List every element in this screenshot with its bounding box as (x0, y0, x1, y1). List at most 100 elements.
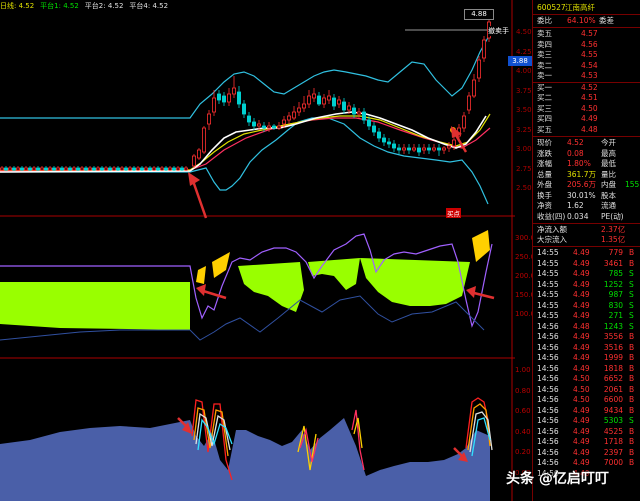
candle-body (446, 145, 451, 149)
quote-value: 30.01% (567, 190, 596, 200)
quote-value: 1.80% (567, 159, 591, 168)
candle-body (351, 107, 356, 115)
book-label: 卖一 (537, 71, 552, 80)
tick-row: 14:56 4.49 1999 B (537, 353, 640, 363)
tick-row: 14:56 4.49 5303 S (537, 416, 640, 426)
candle-body (431, 147, 436, 151)
candle-body (301, 103, 306, 109)
tick-time: 14:55 (537, 269, 559, 278)
tick-row: 14:56 4.49 3556 B (537, 332, 640, 342)
book-price: 4.52 (581, 82, 598, 92)
stock-name: 江南高纤 (565, 3, 595, 12)
tick-side: S (629, 269, 634, 278)
quote-row: 换手 30.01% 股本 (537, 191, 640, 201)
quote-panel: 600527 江南高纤 委比 64.10% 委差 卖五 4.57 卖四 4.56 卖三 4… (532, 0, 640, 501)
quote-label: 涨跌 (537, 148, 552, 158)
price-axis-label: 4.50 (516, 28, 532, 36)
candle-body (104, 167, 109, 171)
tick-volume: 1718 (603, 437, 623, 446)
candle-body (116, 167, 121, 171)
tick-price: 4.49 (573, 353, 590, 362)
book-label: 卖二 (537, 60, 552, 70)
tick-row: 14:55 4.49 987 S (537, 290, 640, 300)
ask-row[interactable]: 卖四 4.56 (537, 40, 640, 50)
candle-body (366, 119, 371, 127)
bid-row[interactable]: 买五 4.48 (537, 125, 640, 135)
bid-row[interactable]: 买三 4.50 (537, 104, 640, 114)
tick-row: 14:55 4.49 779 B (537, 248, 640, 258)
flow-value: 1.35亿 (601, 235, 626, 244)
candle-body (311, 93, 316, 99)
signal-marker-label: 买点 (446, 208, 461, 218)
ask-row[interactable]: 卖二 4.54 (537, 61, 640, 71)
candle-body (32, 167, 37, 171)
candle-body (171, 167, 176, 171)
quote-label-2: 最高 (601, 148, 616, 158)
bid-row[interactable]: 买一 4.52 (537, 83, 640, 93)
last-price-tag: 3.88 (508, 56, 532, 66)
candle-body (72, 167, 77, 171)
candle-body (426, 147, 431, 151)
tick-time: 14:56 (537, 363, 559, 373)
tick-time: 14:55 (537, 300, 559, 310)
candle-body (441, 147, 446, 151)
stock-title[interactable]: 600527 江南高纤 (537, 3, 640, 13)
ind2-axis-label: 0.60 (515, 407, 531, 415)
flow-label: 大宗流入 (537, 235, 567, 244)
tick-price: 4.49 (573, 332, 590, 341)
tick-volume: 1999 (603, 353, 623, 362)
candle-body (4, 167, 9, 171)
quote-value: 0.034 (567, 211, 589, 221)
book-label: 买四 (537, 114, 552, 123)
candle-body (341, 101, 346, 111)
candle-body (201, 127, 206, 153)
green-fill-area (360, 258, 470, 306)
bid-row[interactable]: 买四 4.49 (537, 114, 640, 124)
tick-row: 14:56 4.49 9434 B (537, 406, 640, 416)
tick-volume: 779 (608, 248, 623, 257)
candle-body (60, 167, 65, 171)
quote-label-2: 流通 (601, 201, 616, 210)
candle-body (40, 167, 45, 171)
candle-body (151, 167, 156, 171)
kline-chart[interactable] (0, 0, 515, 501)
book-label: 买五 (537, 124, 552, 134)
candle-body (461, 115, 466, 129)
candle-body (421, 147, 426, 151)
quote-label: 总量 (537, 169, 552, 179)
candle-body (88, 167, 93, 171)
tick-row: 14:56 4.50 6600 B (537, 395, 640, 405)
tick-price: 4.49 (573, 447, 590, 457)
candle-body (167, 167, 172, 171)
tick-time: 14:56 (537, 437, 559, 446)
candle-body (286, 115, 291, 121)
candle-body (64, 167, 69, 171)
quote-value: 361.7万 (567, 169, 596, 179)
tick-price: 4.49 (573, 342, 590, 352)
quote-row: 总量 361.7万 量比 (537, 170, 640, 180)
book-label: 卖五 (537, 29, 552, 38)
candle-body (281, 119, 286, 125)
candle-body (143, 167, 148, 171)
tick-row: 14:55 4.49 785 S (537, 269, 640, 279)
ask-row[interactable]: 卖五 4.57 (537, 29, 640, 39)
ask-row[interactable]: 卖三 4.55 (537, 50, 640, 60)
tick-row: 14:56 4.50 2061 B (537, 385, 640, 395)
tick-volume: 7000 (603, 458, 623, 467)
tick-side: B (629, 374, 635, 383)
tick-side: B (629, 363, 635, 373)
book-label: 买一 (537, 82, 552, 92)
candle-body (256, 123, 261, 127)
candle-body (147, 167, 152, 171)
bid-row[interactable]: 买二 4.51 (537, 93, 640, 103)
watermark: 头条 @亿启叮叮 (506, 471, 609, 487)
ask-row[interactable]: 卖一 4.53 (537, 71, 640, 81)
candle-body (236, 91, 241, 105)
candle-body (396, 147, 401, 151)
candle-body (120, 167, 125, 171)
tick-side: S (629, 416, 634, 425)
candle-body (175, 167, 180, 171)
book-label: 买三 (537, 103, 552, 113)
tick-time: 14:55 (537, 311, 559, 320)
tick-row: 14:56 4.49 2397 B (537, 448, 640, 458)
